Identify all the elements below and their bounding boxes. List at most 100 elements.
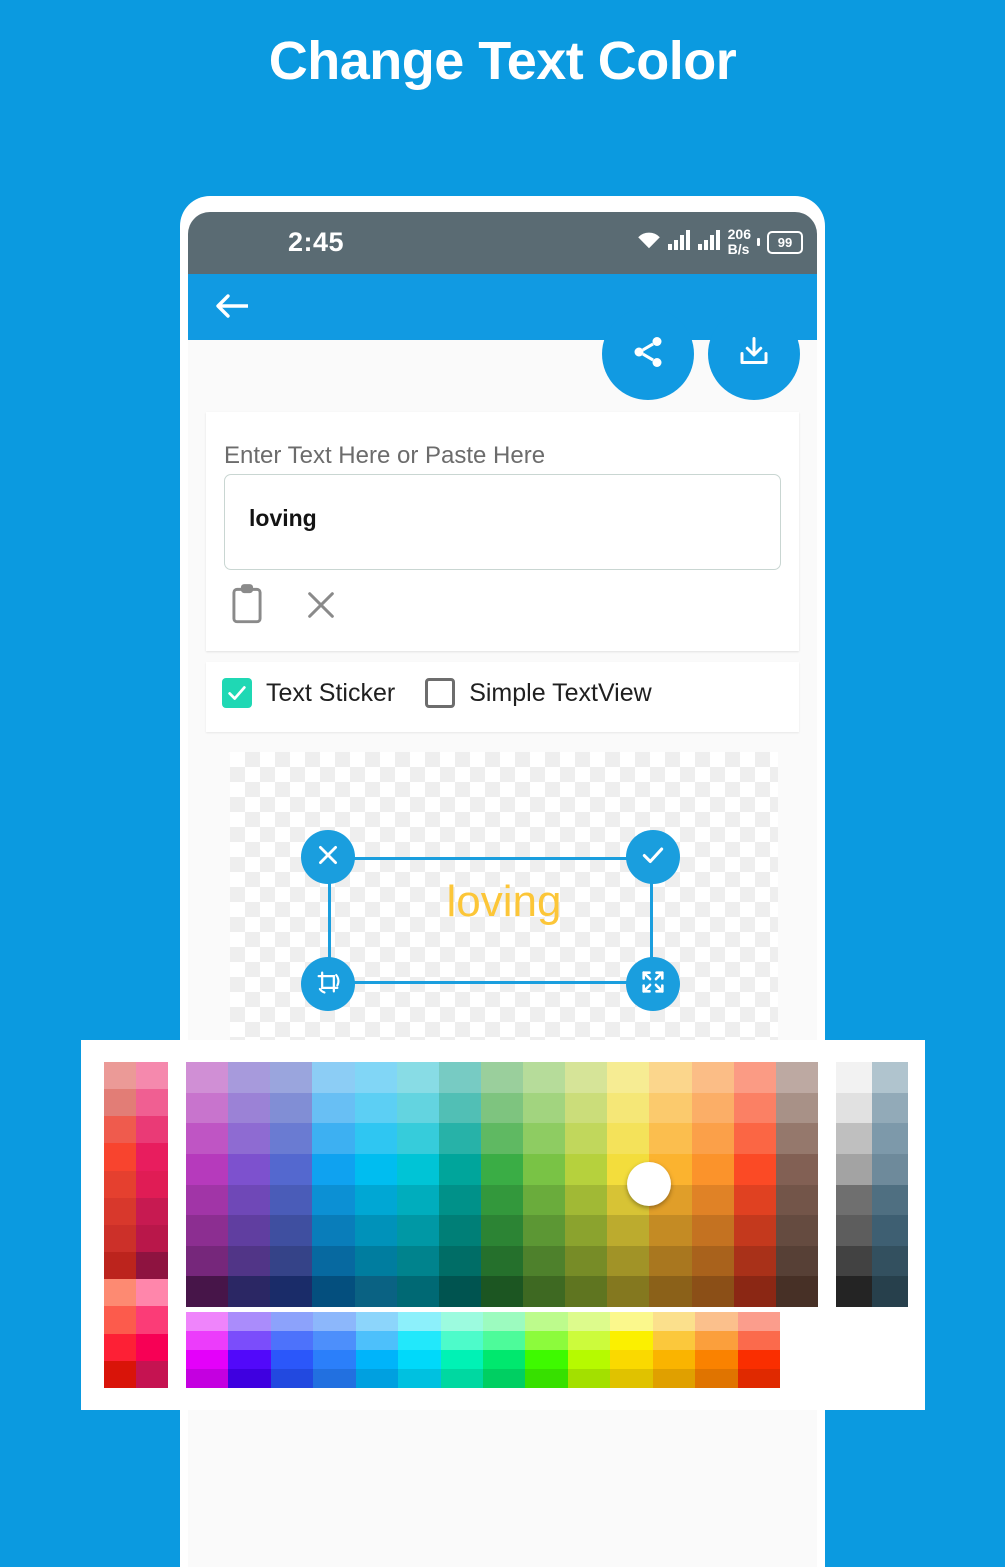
color-swatch[interactable] [228, 1331, 271, 1350]
color-swatch[interactable] [649, 1245, 692, 1277]
color-swatch[interactable] [525, 1312, 568, 1331]
color-swatch[interactable] [104, 1306, 136, 1334]
color-swatch[interactable] [836, 1245, 872, 1277]
checkbox-checked-icon[interactable] [222, 678, 252, 708]
color-swatch[interactable] [836, 1215, 872, 1246]
color-swatch[interactable] [691, 1276, 734, 1307]
color-swatch[interactable] [136, 1224, 168, 1253]
color-swatch[interactable] [872, 1092, 908, 1124]
color-swatch[interactable] [523, 1276, 566, 1307]
color-swatch[interactable] [355, 1312, 399, 1331]
color-swatch[interactable] [270, 1369, 314, 1388]
color-swatch[interactable] [186, 1245, 229, 1277]
color-swatch[interactable] [733, 1062, 776, 1093]
color-swatch[interactable] [396, 1153, 439, 1185]
color-swatch[interactable] [438, 1062, 481, 1093]
color-swatch[interactable] [733, 1184, 776, 1216]
color-swatch[interactable] [104, 1279, 136, 1307]
color-swatch[interactable] [775, 1215, 818, 1246]
color-swatch-reds-top[interactable] [104, 1062, 168, 1388]
color-swatch[interactable] [312, 1245, 355, 1277]
color-swatch[interactable] [398, 1350, 441, 1369]
color-swatch[interactable] [775, 1092, 818, 1124]
color-swatch[interactable] [691, 1153, 734, 1185]
color-swatch[interactable] [836, 1153, 872, 1185]
color-swatch[interactable] [228, 1369, 271, 1388]
color-swatch[interactable] [695, 1312, 738, 1331]
color-swatch[interactable] [523, 1215, 566, 1246]
color-swatch[interactable] [607, 1092, 650, 1124]
checkbox-unchecked-icon[interactable] [425, 678, 456, 708]
color-swatch[interactable] [136, 1197, 168, 1225]
color-swatch[interactable] [565, 1062, 608, 1093]
color-swatch[interactable] [567, 1331, 611, 1350]
delete-handle[interactable] [301, 830, 355, 884]
color-swatch[interactable] [691, 1184, 734, 1216]
color-swatch[interactable] [733, 1276, 776, 1307]
color-swatch[interactable] [737, 1312, 780, 1331]
color-swatch[interactable] [186, 1153, 229, 1185]
clipboard-icon[interactable] [230, 584, 264, 629]
color-swatch[interactable] [737, 1369, 780, 1388]
color-swatch[interactable] [649, 1215, 692, 1246]
color-swatch[interactable] [610, 1350, 653, 1369]
color-swatch[interactable] [565, 1276, 608, 1307]
color-swatch[interactable] [270, 1312, 314, 1331]
color-swatch[interactable] [440, 1350, 483, 1369]
color-swatch[interactable] [228, 1092, 271, 1124]
color-swatch[interactable] [523, 1184, 566, 1216]
color-swatch[interactable] [355, 1369, 399, 1388]
color-swatch[interactable] [610, 1312, 653, 1331]
color-swatch[interactable] [313, 1350, 356, 1369]
color-swatch[interactable] [649, 1062, 692, 1093]
color-swatch[interactable] [104, 1089, 136, 1117]
color-swatch[interactable] [775, 1153, 818, 1185]
color-swatch[interactable] [523, 1245, 566, 1277]
color-swatch[interactable] [438, 1153, 481, 1185]
color-swatch[interactable] [691, 1062, 734, 1093]
confirm-handle[interactable] [626, 830, 680, 884]
color-swatch[interactable] [607, 1245, 650, 1277]
color-swatch[interactable] [525, 1350, 568, 1369]
color-swatch[interactable] [312, 1184, 355, 1216]
color-swatch[interactable] [691, 1245, 734, 1277]
color-swatch[interactable] [186, 1369, 229, 1388]
color-swatch[interactable] [733, 1215, 776, 1246]
color-swatch[interactable] [136, 1143, 168, 1171]
color-swatch[interactable] [480, 1062, 524, 1093]
color-swatch[interactable] [228, 1245, 271, 1277]
color-swatch[interactable] [523, 1062, 566, 1093]
color-swatch[interactable] [480, 1153, 524, 1185]
color-swatch[interactable] [695, 1331, 738, 1350]
color-swatch[interactable] [270, 1331, 314, 1350]
color-swatch[interactable] [775, 1123, 818, 1154]
color-swatch[interactable] [836, 1123, 872, 1154]
color-swatch[interactable] [313, 1312, 356, 1331]
color-swatch[interactable] [438, 1245, 481, 1277]
color-swatch[interactable] [733, 1245, 776, 1277]
color-swatch[interactable] [691, 1092, 734, 1124]
color-swatch-grays[interactable] [836, 1062, 908, 1307]
color-swatch[interactable] [104, 1360, 136, 1388]
color-swatch[interactable] [440, 1312, 483, 1331]
color-swatch[interactable] [607, 1276, 650, 1307]
color-swatch[interactable] [567, 1312, 611, 1331]
color-swatch[interactable] [354, 1153, 397, 1185]
color-swatch[interactable] [104, 1143, 136, 1171]
color-swatch[interactable] [567, 1350, 611, 1369]
color-swatch[interactable] [610, 1369, 653, 1388]
color-swatch[interactable] [354, 1184, 397, 1216]
color-swatch[interactable] [228, 1184, 271, 1216]
color-swatch[interactable] [136, 1360, 168, 1388]
color-swatch[interactable] [872, 1245, 908, 1277]
color-swatch[interactable] [186, 1331, 229, 1350]
color-swatch[interactable] [440, 1331, 483, 1350]
color-swatch[interactable] [270, 1062, 313, 1093]
color-swatch[interactable] [872, 1062, 908, 1093]
color-swatch[interactable] [104, 1116, 136, 1144]
color-swatch[interactable] [523, 1092, 566, 1124]
color-swatch[interactable] [733, 1153, 776, 1185]
color-swatch[interactable] [438, 1276, 481, 1307]
color-swatch[interactable] [607, 1215, 650, 1246]
color-swatch[interactable] [396, 1092, 439, 1124]
